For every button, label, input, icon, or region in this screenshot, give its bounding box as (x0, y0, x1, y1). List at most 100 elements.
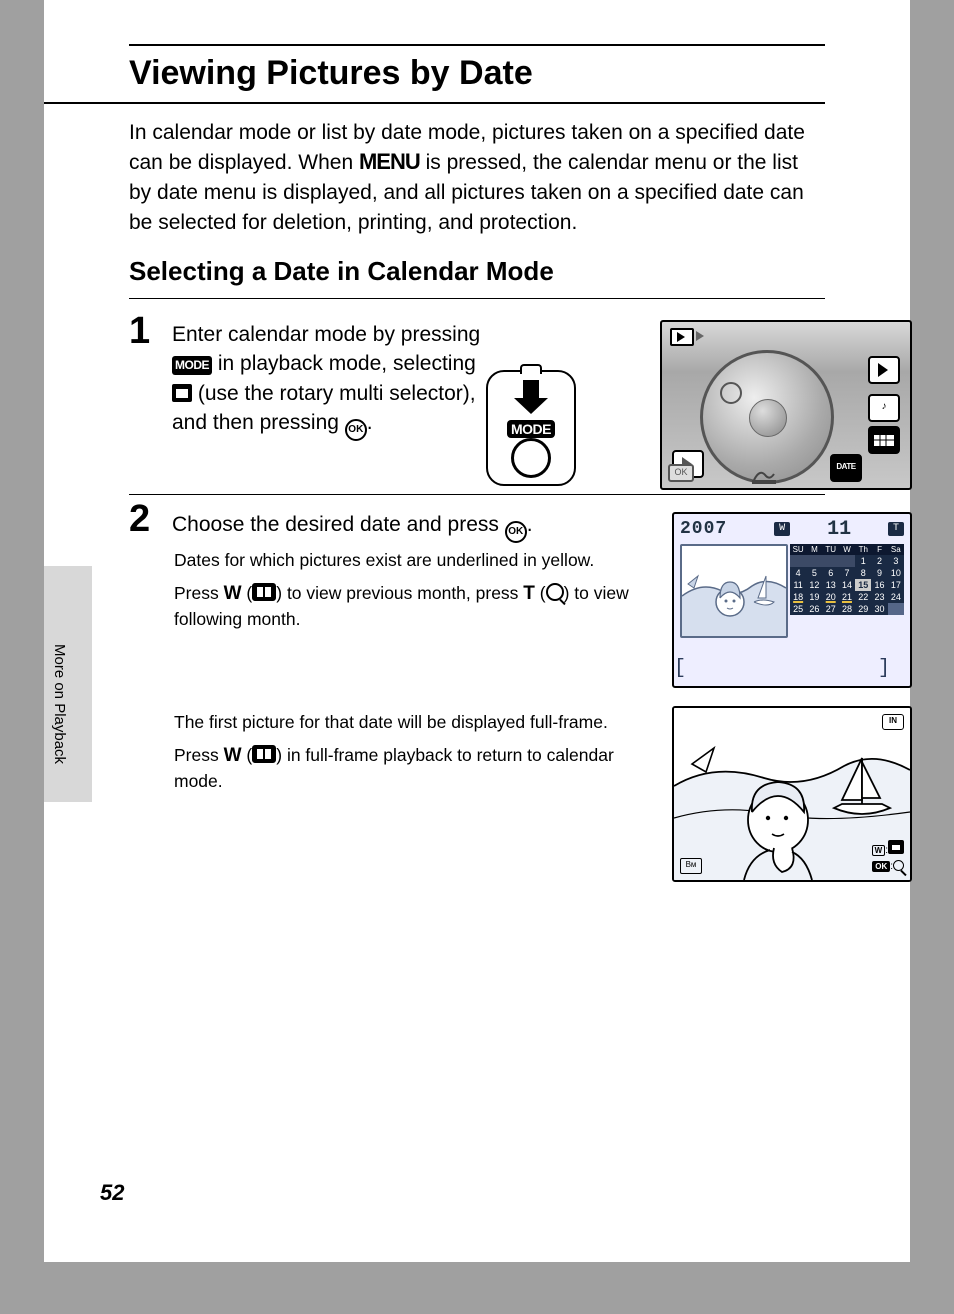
calendar-cell: 15 (855, 579, 871, 591)
step2-head-after: . (527, 513, 533, 536)
t: Press (174, 745, 224, 765)
calendar-cell: 28 (839, 603, 855, 615)
down-arrow-head-icon (514, 398, 548, 414)
menu-icon: MENU (359, 149, 420, 174)
page-number: 52 (100, 1180, 124, 1206)
calendar-cell: 18 (790, 591, 806, 603)
calendar-cell: . (839, 555, 855, 567)
t: ( (242, 745, 253, 765)
calendar-cell: 22 (855, 591, 871, 603)
calendar-cell: 16 (871, 579, 887, 591)
calendar-cell: 25 (790, 603, 806, 615)
step-2-heading: Choose the desired date and press OK. (172, 510, 652, 543)
section-subtitle: Selecting a Date in Calendar Mode (129, 256, 554, 287)
calendar-dow-row: SUMTUWThFSa (790, 544, 904, 555)
calendar-row: ....123 (790, 555, 904, 567)
calendar-icon (172, 384, 192, 402)
calendar-cell: 10 (888, 567, 904, 579)
ok-button-icon: OK (505, 521, 527, 543)
calendar-dow-cell: W (839, 544, 855, 555)
step1-line1: Enter calendar mode by pressing (172, 323, 480, 346)
rule-between-steps (129, 494, 825, 495)
step1-line2b: (use the rotary multi selector), and the… (172, 382, 476, 434)
calendar-cell: 6 (823, 567, 839, 579)
calendar-dow-cell: SU (790, 544, 806, 555)
ok-hint-icon: OK: (872, 860, 904, 872)
print-mode-icon (750, 462, 778, 486)
mode-button-icon: MODE (172, 356, 212, 375)
t: Press (174, 583, 224, 603)
step2-body4: Press W () in full-frame playback to ret… (174, 743, 644, 794)
pictmotion-mode-icon: ♪ (868, 394, 900, 422)
intro-paragraph: In calendar mode or list by date mode, p… (129, 118, 825, 237)
mode-label: MODE (507, 420, 555, 438)
calendar-cell: 17 (888, 579, 904, 591)
calendar-dow-cell: Th (855, 544, 871, 555)
t: ( (535, 583, 546, 603)
lcd-calendar-view: 2007 W 11 T [ ] SUMTUWThFSa ....123 (672, 512, 912, 688)
playback-indicator-icon (670, 328, 694, 346)
calendar-grid: SUMTUWThFSa ....123456789101112131415161… (790, 544, 904, 615)
step2-body3: The first picture for that date will be … (174, 710, 644, 735)
calendar-cell: 4 (790, 567, 806, 579)
calendar-month: 11 (827, 518, 851, 541)
magnify-icon (546, 583, 564, 601)
step-2-body: Dates for which pictures exist are under… (174, 548, 634, 632)
ok-chip: OK (872, 861, 890, 872)
calendar-row: 11121314151617 (790, 579, 904, 591)
ok-button-icon: OK (345, 419, 367, 441)
rule-top (129, 44, 825, 46)
w-zoom-chip: W (774, 522, 790, 536)
calendar-cell: 27 (823, 603, 839, 615)
t: ) to view previous month, press (276, 583, 523, 603)
rule-under-subtitle (129, 298, 825, 299)
calendar-thumbnail (680, 544, 788, 638)
calendar-row: 18192021222324 (790, 591, 904, 603)
play-mode-icon (868, 356, 900, 384)
calendar-cell: 19 (806, 591, 822, 603)
calendar-cell: 30 (871, 603, 887, 615)
w-chip: W (872, 845, 886, 856)
thumbnail-icon (252, 583, 276, 601)
calendar-cell: . (888, 603, 904, 615)
calendar-cell: 3 (888, 555, 904, 567)
selection-brackets-icon: [ ] (674, 657, 790, 680)
thumbnail-icon (252, 745, 276, 763)
chevron-right-icon (696, 331, 704, 341)
calendar-cell: 24 (888, 591, 904, 603)
calendar-cell: 8 (855, 567, 871, 579)
calendar-dow-cell: TU (823, 544, 839, 555)
calendar-cell: 14 (839, 579, 855, 591)
calendar-cell: 13 (823, 579, 839, 591)
rule-under-title (44, 102, 825, 104)
internal-memory-icon: IN (882, 714, 904, 730)
anniversary-mode-icon (716, 382, 744, 406)
rotary-selector-icon (511, 438, 551, 478)
step1-line2a: in playback mode, selecting (218, 352, 476, 375)
calendar-small-icon (888, 840, 904, 854)
calendar-cell: . (806, 555, 822, 567)
calendar-cell: 26 (806, 603, 822, 615)
calendar-cell: 23 (871, 591, 887, 603)
calendar-cell: 7 (839, 567, 855, 579)
bm-indicator-icon: Bм (680, 858, 702, 874)
calendar-dow-cell: F (871, 544, 887, 555)
step-1-text: Enter calendar mode by pressing MODE in … (172, 320, 482, 441)
lcd-playback-mode-menu: ♪ DATE OK (660, 320, 912, 490)
t: ( (242, 583, 253, 603)
calendar-cell: 2 (871, 555, 887, 567)
calendar-cell: 12 (806, 579, 822, 591)
step-2-number: 2 (129, 498, 150, 541)
calendar-cell: . (823, 555, 839, 567)
calendar-cell: 20 (823, 591, 839, 603)
step2-head-before: Choose the desired date and press (172, 513, 505, 536)
t-button-label: T (523, 583, 535, 604)
calendar-mode-icon (868, 426, 900, 454)
mode-button-illustration: MODE (486, 370, 576, 486)
calendar-cell: 29 (855, 603, 871, 615)
calendar-dow-cell: M (806, 544, 822, 555)
calendar-row: 45678910 (790, 567, 904, 579)
t-zoom-chip: T (888, 522, 904, 536)
ok-indicator: OK (668, 464, 694, 482)
calendar-cell: 11 (790, 579, 806, 591)
